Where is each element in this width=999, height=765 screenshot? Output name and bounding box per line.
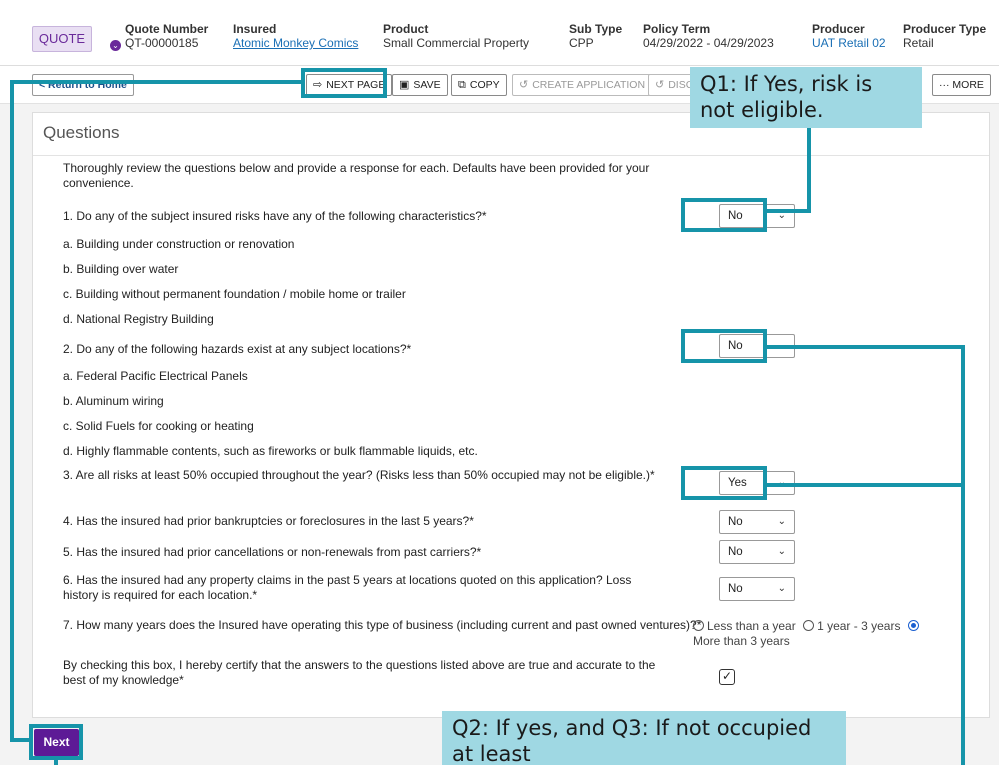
radio-1-to-3-years[interactable] <box>803 620 815 631</box>
certify-text: By checking this box, I hereby certify t… <box>63 658 656 687</box>
sub-type-field: Sub Type CPP <box>569 22 622 50</box>
quote-number-field: Quote Number ⌄ QT-00000185 <box>110 22 208 51</box>
connector-line <box>54 760 58 765</box>
question-4-select[interactable]: No ⌄ <box>719 510 795 534</box>
list-item: d. Highly flammable contents, such as fi… <box>63 444 478 458</box>
highlight-next-page <box>301 68 387 98</box>
policy-term-label: Policy Term <box>643 22 711 36</box>
highlight-question-1 <box>681 198 767 232</box>
app-frame: QUOTE Quote Number ⌄ QT-00000185 Insured … <box>0 0 999 765</box>
producer-label: Producer <box>812 22 865 36</box>
question-4-value: No <box>728 516 743 528</box>
chevron-down-icon[interactable]: ⌄ <box>110 40 121 51</box>
question-7-options: Less than a year 1 year - 3 years More t… <box>693 619 983 649</box>
more-button[interactable]: ··· MORE <box>932 74 991 96</box>
quote-number-value: QT-00000185 <box>125 36 199 50</box>
connector-line <box>807 128 811 213</box>
question-2-text: 2. Do any of the following hazards exist… <box>63 342 412 356</box>
return-to-home-button[interactable]: < Return to Home <box>32 74 134 96</box>
list-item: a. Federal Pacific Electrical Panels <box>63 369 248 383</box>
list-item: b. Building over water <box>63 262 179 276</box>
quote-badge: QUOTE <box>32 26 92 52</box>
certify-checkbox[interactable]: ✓ <box>719 669 735 685</box>
question-6-select[interactable]: No ⌄ <box>719 577 795 601</box>
product-field: Product Small Commercial Property <box>383 22 529 50</box>
radio-label: More than 3 years <box>693 634 790 648</box>
questions-title: Questions <box>43 123 120 142</box>
list-item: c. Solid Fuels for cooking or heating <box>63 419 254 433</box>
questions-panel: Questions Thoroughly review the question… <box>32 112 990 718</box>
producer-link[interactable]: UAT Retail 02 <box>812 36 886 50</box>
radio-label: 1 year - 3 years <box>817 619 901 633</box>
connector-line <box>10 80 301 84</box>
list-item: b. Aluminum wiring <box>63 394 164 408</box>
insured-link[interactable]: Atomic Monkey Comics <box>233 36 358 50</box>
list-item: c. Building without permanent foundation… <box>63 287 406 301</box>
annotation-callout-q2-q3: Q2: If yes, and Q3: If not occupied at l… <box>442 711 846 765</box>
questions-intro: Thoroughly review the questions below an… <box>63 161 650 190</box>
create-application-button[interactable]: ↺ CREATE APPLICATION <box>512 74 653 96</box>
insured-field: Insured Atomic Monkey Comics <box>233 22 358 50</box>
connector-line <box>10 80 14 742</box>
question-6-text: 6. Has the insured had any property clai… <box>63 573 632 602</box>
question-3-text: 3. Are all risks at least 50% occupied t… <box>63 468 655 482</box>
policy-term-value: 04/29/2022 - 04/29/2023 <box>643 36 774 50</box>
policy-term-field: Policy Term 04/29/2022 - 04/29/2023 <box>643 22 774 50</box>
insured-label: Insured <box>233 22 277 36</box>
list-item: d. National Registry Building <box>63 312 214 326</box>
copy-icon: ⧉ <box>458 79 466 91</box>
annotation-callout-q1: Q1: If Yes, risk is not eligible. <box>690 67 922 128</box>
chevron-down-icon: ⌄ <box>777 516 786 527</box>
save-button[interactable]: ▣ SAVE <box>392 74 448 96</box>
producer-type-label: Producer Type <box>903 22 987 36</box>
save-label: SAVE <box>413 79 441 91</box>
quote-number-label: Quote Number <box>125 22 209 36</box>
create-application-label: CREATE APPLICATION <box>532 79 646 91</box>
chevron-down-icon: ⌄ <box>777 583 786 594</box>
undo-icon: ↺ <box>655 79 665 91</box>
producer-type-value: Retail <box>903 36 934 50</box>
connector-line <box>961 345 965 765</box>
connector-line <box>767 345 965 349</box>
highlight-next-button <box>29 724 83 760</box>
list-item: a. Building under construction or renova… <box>63 237 295 251</box>
producer-type-field: Producer Type Retail <box>903 22 986 50</box>
connector-line <box>10 738 29 742</box>
producer-field: Producer UAT Retail 02 <box>812 22 886 50</box>
quote-header: QUOTE Quote Number ⌄ QT-00000185 Insured … <box>0 0 999 66</box>
radio-label: Less than a year <box>707 619 796 633</box>
question-5-text: 5. Has the insured had prior cancellatio… <box>63 545 482 559</box>
divider <box>33 155 989 156</box>
question-7-text: 7. How many years does the Insured have … <box>63 618 702 632</box>
question-6-value: No <box>728 583 743 595</box>
radio-less-than-year[interactable] <box>693 620 704 631</box>
sub-type-label: Sub Type <box>569 22 623 36</box>
save-icon: ▣ <box>399 79 410 91</box>
radio-more-than-3-years[interactable] <box>907 620 919 631</box>
highlight-question-3 <box>681 466 767 500</box>
question-5-select[interactable]: No ⌄ <box>719 540 795 564</box>
sub-type-value: CPP <box>569 36 594 50</box>
product-value: Small Commercial Property <box>383 36 530 50</box>
undo-icon: ↺ <box>519 79 529 91</box>
question-1-text: 1. Do any of the subject insured risks h… <box>63 209 487 223</box>
connector-line <box>767 483 965 487</box>
copy-label: COPY <box>469 79 500 91</box>
connector-line <box>767 209 811 213</box>
highlight-question-2 <box>681 329 767 363</box>
product-label: Product <box>383 22 429 36</box>
chevron-down-icon: ⌄ <box>777 546 786 557</box>
question-5-value: No <box>728 546 743 558</box>
copy-button[interactable]: ⧉ COPY <box>451 74 507 96</box>
question-4-text: 4. Has the insured had prior bankruptcie… <box>63 514 474 528</box>
